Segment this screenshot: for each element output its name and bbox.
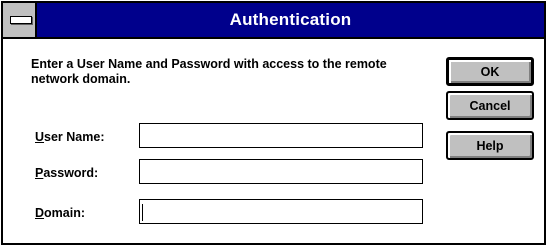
domain-label: Domain: <box>35 206 85 220</box>
text-caret <box>142 204 143 221</box>
window-title: Authentication <box>229 10 352 29</box>
cancel-button[interactable]: Cancel <box>446 91 534 120</box>
domain-label-mnemonic: D <box>35 206 45 220</box>
help-button[interactable]: Help <box>446 131 534 160</box>
username-label-mnemonic: U <box>35 130 45 144</box>
password-label: Password: <box>35 166 98 180</box>
password-input[interactable] <box>139 159 423 184</box>
authentication-dialog: Authentication Enter a User Name and Pas… <box>1 1 546 245</box>
system-menu-icon[interactable] <box>3 3 37 37</box>
instructions-text: Enter a User Name and Password with acce… <box>31 57 387 86</box>
username-label-text: ser Name: <box>44 130 105 144</box>
title-bar[interactable]: Authentication <box>3 3 544 39</box>
ok-button[interactable]: OK <box>446 57 534 86</box>
domain-label-text: omain: <box>44 206 86 220</box>
system-menu-bar <box>10 16 32 24</box>
username-label: User Name: <box>35 130 104 144</box>
domain-input[interactable] <box>139 199 423 224</box>
username-input[interactable] <box>139 123 423 148</box>
password-label-text: assword: <box>43 166 99 180</box>
